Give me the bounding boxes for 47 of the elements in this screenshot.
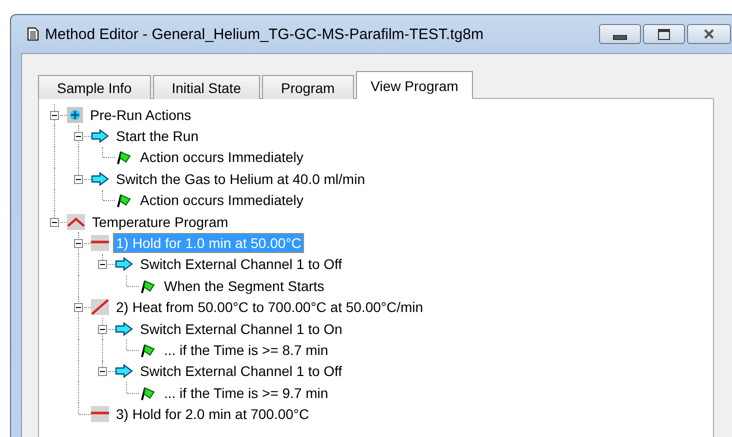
tree-item[interactable]: Pre-Run Actions bbox=[87, 104, 194, 125]
window-title: Method Editor - General_Helium_TG-GC-MS-Parafilm-TEST.tg8m bbox=[45, 26, 484, 42]
arrow-icon bbox=[115, 364, 133, 378]
maximize-icon bbox=[658, 28, 670, 40]
collapse-toggle[interactable] bbox=[98, 324, 107, 334]
flag-icon bbox=[139, 342, 157, 358]
flag-icon bbox=[139, 278, 157, 294]
tree-item[interactable]: ... if the Time is >= 8.7 min bbox=[161, 340, 332, 360]
collapse-toggle[interactable] bbox=[74, 174, 83, 184]
collapse-toggle[interactable] bbox=[50, 218, 59, 227]
tree-item[interactable]: 3) Hold for 2.0 min at 700.00°C bbox=[113, 404, 312, 424]
arrow-icon bbox=[115, 257, 133, 272]
flag-icon bbox=[139, 384, 157, 401]
tree-item[interactable]: ... if the Time is >= 9.7 min bbox=[161, 382, 332, 403]
arrow-icon bbox=[115, 322, 133, 336]
tree-item[interactable]: Action occurs Immediately bbox=[137, 190, 306, 210]
rising-line-icon bbox=[91, 299, 109, 316]
tree-item[interactable]: 2) Heat from 50.00°C to 700.00°C at 50.00°C/min bbox=[113, 297, 426, 318]
tab[interactable]: Program bbox=[262, 75, 354, 99]
tab[interactable]: Initial State bbox=[152, 75, 260, 99]
minimize-icon bbox=[613, 34, 627, 40]
tab[interactable]: Sample Info bbox=[38, 75, 151, 99]
document-icon bbox=[27, 27, 39, 41]
collapse-toggle[interactable] bbox=[98, 260, 107, 270]
tree-item[interactable]: Switch External Channel 1 to On bbox=[137, 318, 346, 339]
tree-item[interactable]: Action occurs Immediately bbox=[137, 147, 306, 168]
crosshair-icon bbox=[67, 106, 83, 123]
tree-item[interactable]: Temperature Program bbox=[89, 212, 232, 232]
collapse-toggle[interactable] bbox=[74, 132, 83, 142]
minimize-button[interactable] bbox=[599, 24, 641, 44]
tree-item[interactable]: Switch External Channel 1 to Off bbox=[137, 361, 346, 382]
arrow-icon bbox=[91, 129, 109, 144]
collapse-toggle[interactable] bbox=[50, 110, 59, 120]
tree-item[interactable]: Start the Run bbox=[113, 126, 202, 146]
tab[interactable]: View Program bbox=[356, 71, 474, 99]
collapse-toggle[interactable] bbox=[98, 367, 107, 376]
collapse-toggle[interactable] bbox=[74, 239, 83, 248]
flag-icon bbox=[115, 192, 133, 208]
tree-item[interactable]: Switch External Channel 1 to Off bbox=[137, 254, 346, 274]
arrow-icon bbox=[91, 172, 109, 186]
close-button[interactable] bbox=[687, 24, 731, 44]
tree-item[interactable]: Switch the Gas to Helium at 40.0 ml/min bbox=[113, 168, 368, 189]
flag-icon bbox=[115, 149, 133, 166]
tree-item[interactable]: When the Segment Starts bbox=[161, 276, 328, 296]
maximize-button[interactable] bbox=[643, 24, 685, 44]
collapse-toggle[interactable] bbox=[74, 303, 83, 312]
close-icon bbox=[703, 29, 715, 39]
